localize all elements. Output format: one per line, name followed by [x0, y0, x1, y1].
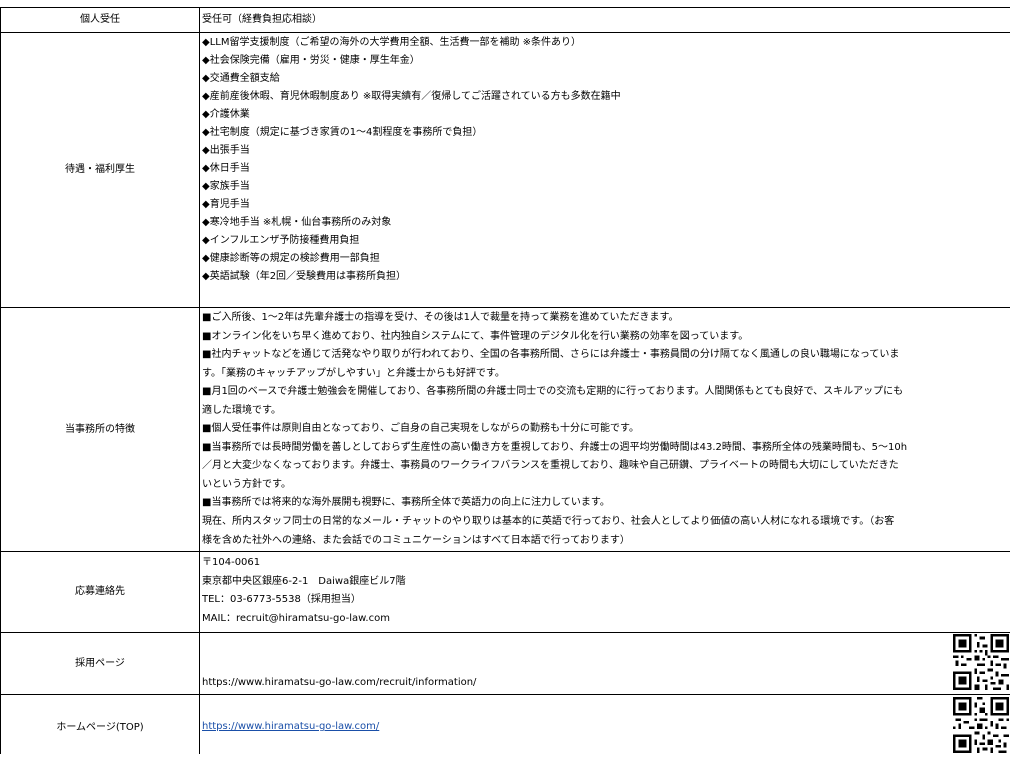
benefit-item: ◆産前産後休暇、育児休暇制度あり ※取得実績有／復帰してご活躍されている方も多数…: [202, 91, 621, 102]
label-contact: 応募連絡先: [75, 586, 125, 597]
homepage-link[interactable]: https://www.hiramatsu-go-law.com/: [202, 718, 1010, 736]
benefit-item: ◆交通費全額支給: [202, 73, 280, 84]
feature-line: ／月と大変少なくなっております。弁護士、事務員のワークライフバランスを重視してお…: [202, 460, 899, 472]
contact-block: 〒104-0061 東京都中央区銀座6-2-1 Daiwa銀座ビル7階 TEL：…: [202, 553, 1010, 627]
contact-tel: TEL：03-6773-5538（採用担当）: [202, 594, 361, 606]
benefit-item: ◆出張手当: [202, 145, 250, 156]
label-benefits: 待遇・福利厚生: [65, 164, 135, 175]
benefit-item: ◆育児手当: [202, 199, 250, 210]
benefit-item: ◆家族手当: [202, 181, 250, 192]
label-features: 当事務所の特徴: [65, 424, 135, 435]
contact-postal: 〒104-0061: [202, 557, 261, 568]
feature-line: ■当事務所では将来的な海外展開も視野に、事務所全体で英語力の向上に注力しています…: [202, 497, 610, 509]
contact-mail: MAIL：recruit@hiramatsu-go-law.com: [202, 612, 390, 624]
feature-line: ■当事務所では長時間労働を善しとしておらず生産性の高い働き方を重視しており、弁護…: [202, 441, 908, 453]
label-individual: 個人受任: [80, 14, 120, 25]
benefit-item: ◆インフルエンザ予防接種費用負担: [202, 235, 360, 246]
feature-line: ■個人受任事件は原則自由となっており、ご自身の自己実現をしながらの勤務も十分に可…: [202, 423, 639, 435]
benefits-list: ◆LLM留学支援制度（ご希望の海外の大学費用全額、生活費一部を補助 ※条件あり）…: [202, 34, 1010, 286]
qr-code-icon: [953, 634, 1009, 693]
benefit-item: ◆寒冷地手当 ※札幌・仙台事務所のみ対象: [202, 217, 392, 228]
benefit-item: ◆健康診断等の規定の検診費用一部負担: [202, 253, 380, 264]
feature-line: いという方針です。: [202, 478, 291, 490]
feature-line: ■ご入所後、1～2年は先輩弁護士の指導を受け、その後は1人で裁量を持って業務を進…: [202, 312, 679, 323]
feature-line: 様を含めた社外への連絡、また会話でのコミュニケーションはすべて日本語で行っており…: [202, 534, 630, 546]
contact-address: 東京都中央区銀座6-2-1 Daiwa銀座ビル7階: [202, 575, 406, 587]
recruit-page-url: https://www.hiramatsu-go-law.com/recruit…: [202, 677, 477, 688]
qr-code-icon: [953, 697, 1009, 756]
top-strip: [0, 0, 1010, 8]
benefit-item: ◆英語試験（年2回／受験費用は事務所負担）: [202, 271, 407, 282]
value-individual: 受任可（経費負担応相談）: [202, 14, 322, 25]
benefit-item: ◆社宅制度（規定に基づき家賃の1～4割程度を事務所で負担）: [202, 127, 483, 138]
label-recruit-page: 採用ページ: [75, 658, 125, 669]
label-homepage: ホームページ(TOP): [56, 722, 144, 733]
feature-line: す。「業務のキャッチアップがしやすい」と弁護士からも好評です。: [202, 367, 505, 379]
benefit-item: ◆社会保険完備（雇用・労災・健康・厚生年金）: [202, 55, 420, 66]
feature-line: ■オンライン化をいち早く進めており、社内独自システムにて、事件管理のデジタル化を…: [202, 330, 749, 342]
feature-line: 現在、所内スタッフ同士の日常的なメール・チャットのやり取りは基本的に英語で行って…: [202, 516, 895, 528]
benefit-item: ◆LLM留学支援制度（ご希望の海外の大学費用全額、生活費一部を補助 ※条件あり）: [202, 37, 582, 48]
feature-line: ■社内チャットなどを通じて活発なやり取りが行われており、全国の各事務所間、さらに…: [202, 349, 900, 361]
feature-line: ■月1回のベースで弁護士勉強会を開催しており、各事務所間の弁護士同士での交流も定…: [202, 386, 904, 398]
features-text: ■ご入所後、1～2年は先輩弁護士の指導を受け、その後は1人で裁量を持って業務を進…: [202, 309, 1010, 550]
benefit-item: ◆介護休業: [202, 109, 250, 120]
feature-line: 適した環境です。: [202, 404, 281, 416]
benefit-item: ◆休日手当: [202, 163, 250, 174]
